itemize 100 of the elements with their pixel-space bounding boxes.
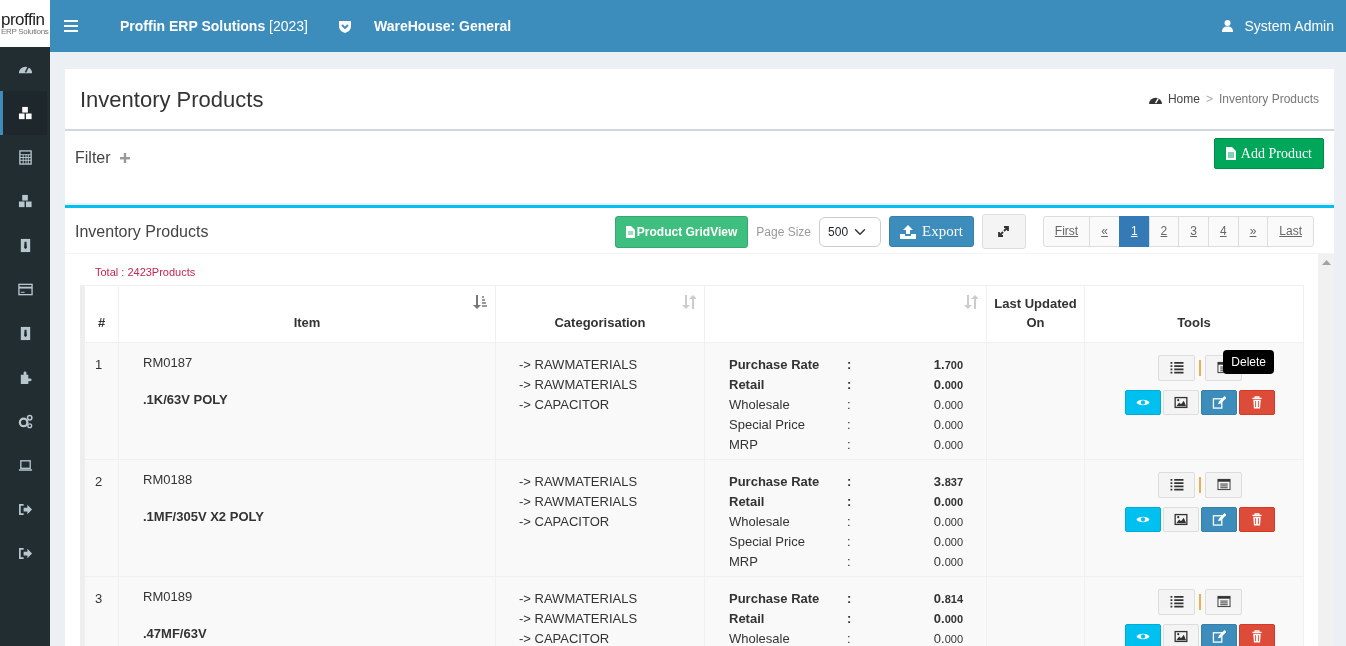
rate-label: Retail bbox=[729, 492, 766, 511]
document-icon bbox=[625, 225, 635, 238]
rate-value: 3.837 bbox=[933, 472, 963, 491]
rate-colon: : bbox=[847, 629, 852, 646]
image-button[interactable] bbox=[1163, 389, 1199, 415]
delete-button[interactable] bbox=[1239, 506, 1275, 532]
item-code: RM0187 bbox=[142, 354, 194, 371]
edit-button[interactable] bbox=[1201, 389, 1237, 415]
rate-value: 0.000 bbox=[933, 375, 963, 394]
edit-icon bbox=[1212, 512, 1226, 526]
item-code: RM0188 bbox=[142, 471, 194, 488]
delete-button[interactable] bbox=[1239, 389, 1275, 415]
list-icon bbox=[1169, 478, 1184, 491]
rate-label: MRP bbox=[729, 552, 759, 571]
sign-out-icon bbox=[17, 545, 33, 561]
category-path: -> CAPACITOR bbox=[518, 512, 611, 531]
export-button[interactable]: Export bbox=[889, 216, 974, 247]
logo-subtitle: ERP Solutions bbox=[0, 28, 49, 36]
edit-icon bbox=[1212, 395, 1226, 409]
rate-value: 0.000 bbox=[933, 395, 963, 414]
panel-title: Inventory Products bbox=[75, 221, 209, 242]
logo-text: proffin bbox=[0, 11, 45, 28]
rate-label: Retail bbox=[729, 609, 766, 628]
page-link[interactable]: First bbox=[1042, 216, 1091, 247]
page-size-select[interactable]: 500 bbox=[819, 216, 882, 247]
rate-value: 0.814 bbox=[933, 589, 963, 608]
list-icon bbox=[1169, 595, 1184, 608]
warehouse-label[interactable]: WareHouse: General bbox=[374, 15, 512, 37]
rate-label: Retail bbox=[729, 375, 766, 394]
table-icon bbox=[1216, 595, 1231, 608]
plus-icon[interactable] bbox=[119, 153, 130, 163]
rate-label: MRP bbox=[729, 435, 759, 454]
image-icon bbox=[1174, 629, 1188, 643]
rate-colon: : bbox=[847, 435, 852, 454]
rate-colon: : bbox=[847, 492, 853, 511]
list-button[interactable] bbox=[1158, 471, 1195, 498]
image-button[interactable] bbox=[1163, 623, 1199, 646]
list-icon bbox=[1169, 361, 1184, 374]
rate-value: 0.000 bbox=[933, 512, 963, 531]
edit-icon bbox=[1212, 629, 1226, 643]
item-name: .1K/63V POLY bbox=[142, 390, 229, 409]
expand-button[interactable] bbox=[981, 214, 1026, 249]
item-name: .1MF/305V X2 POLY bbox=[142, 507, 265, 526]
trash-icon bbox=[1250, 512, 1264, 526]
trash-icon bbox=[1250, 629, 1264, 643]
cubes-icon bbox=[17, 105, 33, 121]
page-link[interactable]: 1 bbox=[1118, 216, 1150, 247]
row-number: 2 bbox=[82, 459, 119, 576]
category-path: -> CAPACITOR bbox=[518, 395, 611, 414]
details-button[interactable] bbox=[1205, 471, 1242, 498]
details-button[interactable] bbox=[1205, 588, 1242, 615]
rate-value: 0.000 bbox=[933, 435, 963, 454]
total-count: Total : 2423Products bbox=[94, 265, 197, 280]
sidebar-item[interactable] bbox=[0, 91, 47, 135]
credit-card-icon bbox=[17, 281, 33, 297]
rate-colon: : bbox=[847, 355, 853, 374]
item-name: .47MF/63V bbox=[142, 624, 208, 643]
rate-colon: : bbox=[847, 532, 852, 551]
rate-value: 1.700 bbox=[933, 355, 963, 374]
category-path: -> RAWMATERIALS bbox=[518, 609, 639, 628]
expand-icon bbox=[998, 226, 1010, 237]
page-link[interactable]: « bbox=[1089, 216, 1120, 247]
category-path: -> RAWMATERIALS bbox=[518, 472, 639, 491]
edit-button[interactable] bbox=[1201, 506, 1237, 532]
rate-label: Purchase Rate bbox=[729, 355, 821, 374]
list-button[interactable] bbox=[1158, 588, 1195, 615]
add-product-button[interactable]: Add Product bbox=[1213, 138, 1324, 169]
breadcrumb-link[interactable]: Home bbox=[1167, 90, 1200, 108]
user-name[interactable]: System Admin bbox=[1244, 15, 1334, 37]
category-path: -> RAWMATERIALS bbox=[518, 375, 639, 394]
scrollbar[interactable] bbox=[1318, 254, 1334, 646]
sign-out-icon bbox=[17, 501, 33, 517]
page-link[interactable]: 3 bbox=[1178, 216, 1209, 247]
rate-value: 0.000 bbox=[933, 492, 963, 511]
page-title: Inventory Products bbox=[80, 85, 264, 114]
filter-label[interactable]: Filter bbox=[75, 146, 111, 170]
rate-label: Special Price bbox=[729, 532, 806, 551]
gears-icon bbox=[17, 413, 33, 429]
rate-colon: : bbox=[847, 415, 852, 434]
delete-button[interactable] bbox=[1239, 623, 1275, 646]
menu-icon[interactable] bbox=[64, 20, 78, 32]
rate-colon: : bbox=[847, 375, 853, 394]
page-link[interactable]: Last bbox=[1267, 216, 1314, 247]
edit-button[interactable] bbox=[1201, 623, 1237, 646]
column-header[interactable]: # bbox=[91, 313, 112, 333]
image-icon bbox=[1174, 395, 1188, 409]
page-size-label: Page Size bbox=[756, 223, 812, 241]
page-link[interactable]: 4 bbox=[1207, 216, 1239, 247]
category-path: -> RAWMATERIALS bbox=[518, 355, 639, 374]
category-path: -> RAWMATERIALS bbox=[518, 589, 639, 608]
rate-colon: : bbox=[847, 395, 852, 414]
breadcrumb-separator: > bbox=[1205, 91, 1213, 108]
list-button[interactable] bbox=[1158, 354, 1195, 381]
sort-descending-icon[interactable] bbox=[473, 294, 487, 309]
rate-label: Purchase Rate bbox=[729, 589, 821, 608]
upload-icon bbox=[900, 224, 917, 239]
table-icon bbox=[1216, 478, 1231, 491]
image-button[interactable] bbox=[1163, 506, 1199, 532]
shield-icon[interactable] bbox=[338, 19, 352, 33]
tooltip: Delete bbox=[1223, 349, 1274, 374]
